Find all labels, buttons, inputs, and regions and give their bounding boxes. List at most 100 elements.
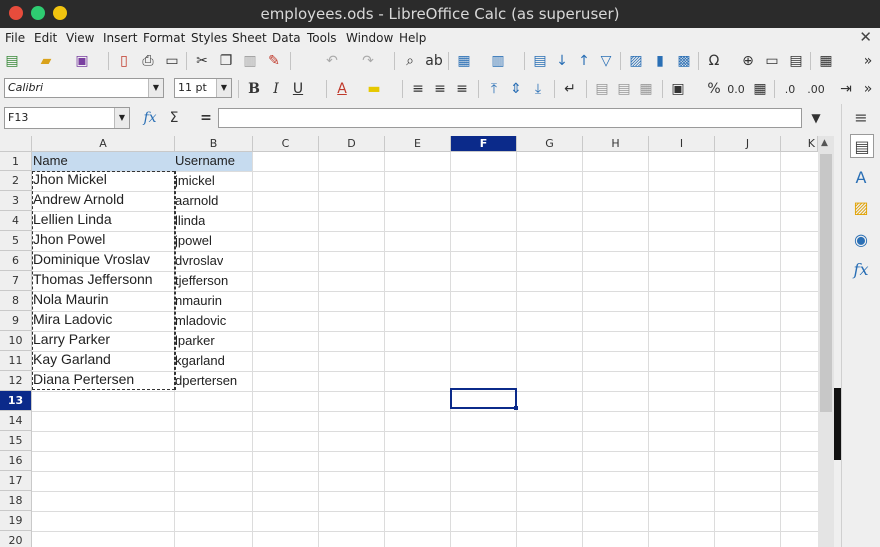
row-header-13[interactable]: 13 [0,391,32,411]
menu-insert[interactable]: Insert [103,31,137,45]
sidebar-menu-icon[interactable]: ≡ [850,106,872,128]
paste-icon[interactable]: ▥ [240,51,260,71]
clone-formatting-icon[interactable]: ✎ [264,51,284,71]
column-header-h[interactable]: H [583,136,649,152]
menu-styles[interactable]: Styles [191,31,227,45]
column-header-f[interactable]: F [451,136,517,152]
row-header-8[interactable]: 8 [0,291,32,311]
row-icon[interactable]: ▦ [454,51,474,71]
sort-icon[interactable]: ▤ [530,51,550,71]
font-color-icon[interactable]: A [332,79,352,99]
find-replace-icon[interactable]: ⌕ [400,51,420,71]
cell-b6[interactable]: dvroslav [175,251,223,271]
currency-format-icon[interactable]: ▣ [668,79,688,99]
cell-b3[interactable]: aarnold [175,191,218,211]
row-header-6[interactable]: 6 [0,251,32,271]
pivot-table-icon[interactable]: ▩ [674,51,694,71]
row-header-18[interactable]: 18 [0,491,32,511]
chevron-down-icon[interactable]: ▼ [216,79,231,97]
cell-b12[interactable]: dpertersen [175,371,237,391]
align-left-icon[interactable]: ≡ [408,79,428,99]
image-icon[interactable]: ▨ [626,51,646,71]
cell-b10[interactable]: lparker [175,331,215,351]
cell-b1[interactable]: Username [175,151,235,171]
cell-b7[interactable]: tjefferson [175,271,228,291]
menu-window[interactable]: Window [346,31,393,45]
menu-sheet[interactable]: Sheet [232,31,267,45]
cell-b2[interactable]: jmickel [175,171,215,191]
merge-center-icon[interactable]: ▤ [614,79,634,99]
chevron-down-icon[interactable]: ▼ [114,108,129,128]
column-icon[interactable]: ▥ [488,51,508,71]
scrollbar-thumb[interactable] [820,154,832,412]
chart-icon[interactable]: ▮ [650,51,670,71]
column-header-a[interactable]: A [32,136,175,152]
more-options-icon[interactable]: » [858,51,878,71]
italic-icon[interactable]: I [266,79,286,99]
cell-a6[interactable]: Dominique Vroslav [33,249,150,269]
spelling-icon[interactable]: ab [424,51,444,71]
menu-format[interactable]: Format [143,31,185,45]
cell-b4[interactable]: llinda [175,211,205,231]
align-top-icon[interactable]: ⤒ [484,79,504,99]
cell-a7[interactable]: Thomas Jeffersonn [33,269,153,289]
gallery-icon[interactable]: ▨ [850,196,872,218]
row-header-19[interactable]: 19 [0,511,32,531]
undo-icon[interactable]: ↶ [322,51,342,71]
hyperlink-icon[interactable]: ⊕ [738,51,758,71]
column-header-j[interactable]: J [715,136,781,152]
highlighting-color-icon[interactable]: ▬ [364,79,384,99]
redo-icon[interactable]: ↷ [358,51,378,71]
vertical-scrollbar[interactable]: ▲ [818,136,834,547]
indent-icon[interactable]: ⇥ [836,79,856,99]
cell-a10[interactable]: Larry Parker [33,329,110,349]
add-decimal-icon[interactable]: .0 [780,79,800,99]
row-header-3[interactable]: 3 [0,191,32,211]
wrap-text-icon[interactable]: ↵ [560,79,580,99]
percent-format-icon[interactable]: % [704,79,724,99]
open-icon[interactable]: ▰ [36,51,56,71]
cell-cursor-f13[interactable] [450,388,518,410]
bold-icon[interactable]: B [244,79,264,99]
cell-a4[interactable]: Lellien Linda [33,209,112,229]
row-header-12[interactable]: 12 [0,371,32,391]
cell-a1[interactable]: Name [33,151,68,171]
properties-icon[interactable]: ▤ [850,134,874,158]
print-icon[interactable]: ⎙ [138,51,158,71]
select-all-corner[interactable] [0,136,32,152]
unmerge-cells-icon[interactable]: ▦ [636,79,656,99]
row-header-1[interactable]: 1 [0,152,32,171]
function-wizard-icon[interactable]: fx [140,108,160,128]
sum-icon[interactable]: Σ [164,108,184,128]
column-header-i[interactable]: I [649,136,715,152]
cell-a8[interactable]: Nola Maurin [33,289,108,309]
cell-b5[interactable]: jpowel [175,231,212,251]
sort-ascending-icon[interactable]: ↓ [552,51,572,71]
comment-icon[interactable]: ▭ [762,51,782,71]
fill-handle[interactable] [514,406,518,410]
row-header-15[interactable]: 15 [0,431,32,451]
column-header-b[interactable]: B [175,136,253,152]
row-header-14[interactable]: 14 [0,411,32,431]
column-header-e[interactable]: E [385,136,451,152]
column-header-c[interactable]: C [253,136,319,152]
row-header-16[interactable]: 16 [0,451,32,471]
new-icon[interactable]: ▤ [2,51,22,71]
menu-file[interactable]: File [5,31,25,45]
sidebar-collapse-handle[interactable] [834,388,841,460]
number-format-icon[interactable]: 0.0 [726,79,746,99]
cell-b11[interactable]: kgarland [175,351,225,371]
row-header-10[interactable]: 10 [0,331,32,351]
date-format-icon[interactable]: ▦ [750,79,770,99]
headers-footers-icon[interactable]: ▤ [786,51,806,71]
export-pdf-icon[interactable]: ▯ [114,51,134,71]
center-vertically-icon[interactable]: ⇕ [506,79,526,99]
align-right-icon[interactable]: ≡ [452,79,472,99]
row-header-5[interactable]: 5 [0,231,32,251]
define-print-area-icon[interactable]: ▦ [816,51,836,71]
row-header-9[interactable]: 9 [0,311,32,331]
save-icon[interactable]: ▣ [72,51,92,71]
row-header-7[interactable]: 7 [0,271,32,291]
cell-a11[interactable]: Kay Garland [33,349,111,369]
cut-icon[interactable]: ✂ [192,51,212,71]
